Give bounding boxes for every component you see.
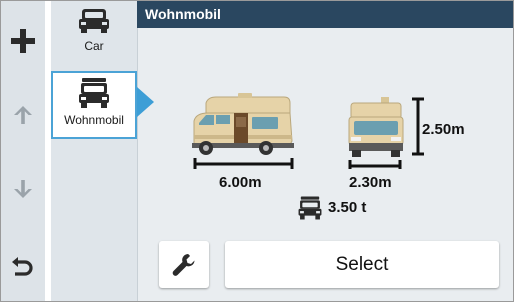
selection-pointer [137, 87, 154, 117]
scroll-up-button[interactable] [5, 97, 41, 133]
height-value: 2.50m [422, 121, 465, 138]
camper-side-view-icon [192, 93, 294, 169]
left-nav-bar [1, 1, 46, 301]
plus-icon [11, 29, 35, 53]
width-value: 2.30m [349, 174, 392, 191]
back-icon [12, 257, 33, 276]
app-window: Car Wohnmobil Wohnmobil 6.00m 2.30m 2.50… [0, 0, 514, 302]
add-button[interactable] [5, 23, 41, 59]
arrow-up-icon [14, 106, 32, 124]
select-button[interactable]: Select [225, 241, 499, 288]
arrow-down-icon [14, 180, 32, 198]
profile-item-label: Wohnmobil [64, 113, 124, 127]
wrench-icon [172, 253, 195, 276]
vehicle-profile-list: Car Wohnmobil [51, 1, 138, 301]
camper-icon [79, 78, 109, 108]
page-title: Wohnmobil [137, 1, 513, 28]
weight-value: 3.50 t [328, 199, 367, 216]
profile-item-wohnmobil[interactable]: Wohnmobil [51, 71, 137, 139]
settings-button[interactable] [159, 241, 209, 288]
scroll-down-button[interactable] [5, 171, 41, 207]
profile-item-car[interactable]: Car [51, 3, 137, 71]
profile-item-label: Car [84, 39, 104, 53]
back-button[interactable] [5, 247, 41, 283]
weight-vehicle-icon [298, 196, 322, 220]
camper-front-view-icon [348, 97, 404, 169]
car-icon [79, 9, 109, 33]
length-value: 6.00m [219, 174, 262, 191]
